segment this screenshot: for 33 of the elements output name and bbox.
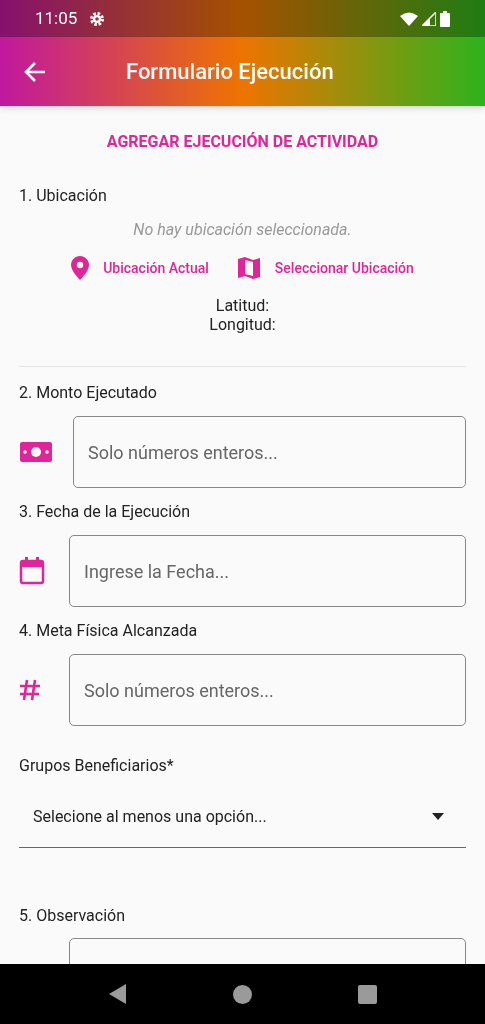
field-label: 3. Fecha de la Ejecución <box>19 501 192 524</box>
gear-icon <box>89 10 106 27</box>
field-label: 2. Monto Ejecutado <box>19 382 158 405</box>
calendar-icon <box>19 557 45 586</box>
empty-location-message: No hay ubicación seleccionada. <box>133 219 352 241</box>
status-time: 11:05 <box>35 6 78 30</box>
app-bar-title: Formulario Ejecución <box>126 58 334 86</box>
location-button[interactable]: Seleccionar Ubicación <box>236 256 414 280</box>
back-icon[interactable] <box>108 984 127 1004</box>
input-field[interactable]: Ingrese la Fecha... <box>69 535 466 608</box>
dropdown-arrow-icon <box>432 813 444 821</box>
map-icon <box>236 256 261 280</box>
cash-icon <box>19 440 53 465</box>
wifi-icon <box>400 11 418 26</box>
hash-icon <box>19 679 41 702</box>
recents-icon[interactable] <box>357 984 377 1004</box>
latitude-label: Latitud: <box>215 296 270 316</box>
battery-icon <box>440 10 450 27</box>
back-arrow-icon[interactable] <box>24 61 46 82</box>
beneficiary-dropdown[interactable]: Selecione al menos una opción... <box>19 792 466 849</box>
home-icon[interactable] <box>232 984 252 1004</box>
section-label: 1. Ubicación <box>19 185 108 207</box>
input-field[interactable]: Solo números enteros... <box>73 416 466 489</box>
location-pin-icon <box>71 256 90 280</box>
location-button[interactable]: Ubicación Actual <box>71 256 209 280</box>
field-label: 4. Meta Física Alcanzada <box>19 620 199 643</box>
field-label: Grupos Beneficiarios* <box>19 755 175 778</box>
longitude-label: Longitud: <box>209 315 276 335</box>
dropdown-placeholder: Selecione al menos una opción... <box>33 805 267 828</box>
field-label: 5. Observación <box>19 905 127 928</box>
signal-icon <box>422 11 436 26</box>
input-field[interactable]: Solo números enteros... <box>69 654 466 727</box>
form-heading: AGREGAR EJECUCIÓN DE ACTIVIDAD <box>106 131 379 153</box>
